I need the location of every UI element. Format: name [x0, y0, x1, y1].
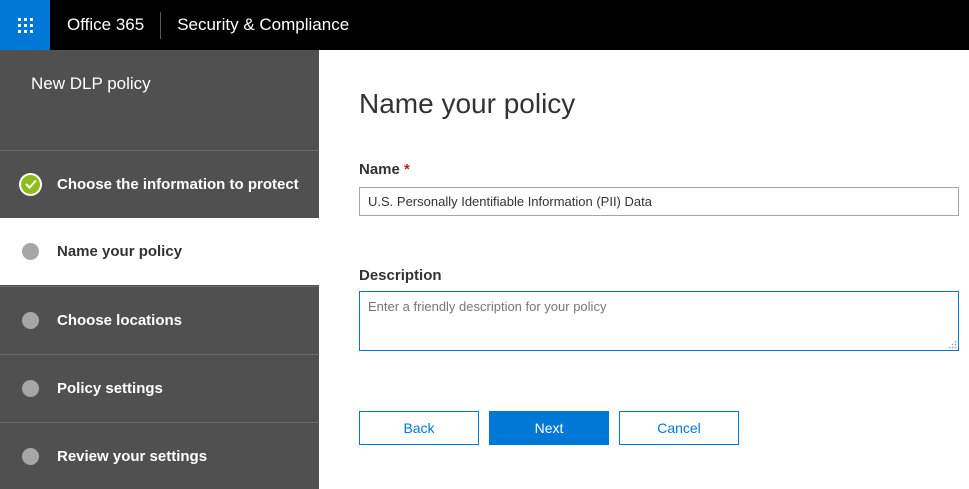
name-label-text: Name	[359, 161, 400, 178]
main-panel: Name your policy Name * Description Back…	[319, 50, 969, 489]
step-name-policy[interactable]: Name your policy	[0, 218, 319, 285]
step-dot-icon	[22, 311, 39, 329]
step-dot-icon	[22, 243, 39, 260]
waffle-icon	[17, 17, 33, 33]
check-icon	[19, 172, 42, 196]
required-mark: *	[404, 161, 410, 178]
name-label: Name *	[359, 161, 410, 178]
wizard-sidebar: New DLP policy Choose the information to…	[0, 50, 319, 489]
page-title: Name your policy	[359, 88, 576, 119]
app-title[interactable]: Security & Compliance	[161, 12, 349, 38]
top-bar: Office 365 Security & Compliance	[0, 0, 969, 50]
description-label: Description	[359, 267, 442, 284]
step-label: Choose locations	[57, 311, 183, 329]
wizard-title: New DLP policy	[31, 74, 151, 93]
next-button[interactable]: Next	[489, 411, 609, 445]
name-input[interactable]	[359, 187, 959, 216]
step-choose-information[interactable]: Choose the information to protect	[0, 150, 319, 217]
step-label: Review your settings	[57, 447, 208, 465]
step-dot-icon	[22, 447, 39, 465]
step-dot-icon	[22, 379, 39, 397]
resize-grip-icon[interactable]	[947, 339, 957, 349]
step-label: Choose the information to protect	[57, 175, 299, 193]
brand-name[interactable]: Office 365	[50, 12, 160, 38]
description-input[interactable]	[359, 291, 959, 351]
step-label: Policy settings	[57, 379, 163, 397]
step-review-settings[interactable]: Review your settings	[0, 422, 319, 489]
cancel-button[interactable]: Cancel	[619, 411, 739, 445]
back-button[interactable]: Back	[359, 411, 479, 445]
app-launcher-button[interactable]	[0, 0, 50, 50]
step-policy-settings[interactable]: Policy settings	[0, 354, 319, 421]
step-choose-locations[interactable]: Choose locations	[0, 286, 319, 353]
step-label: Name your policy	[57, 243, 183, 260]
